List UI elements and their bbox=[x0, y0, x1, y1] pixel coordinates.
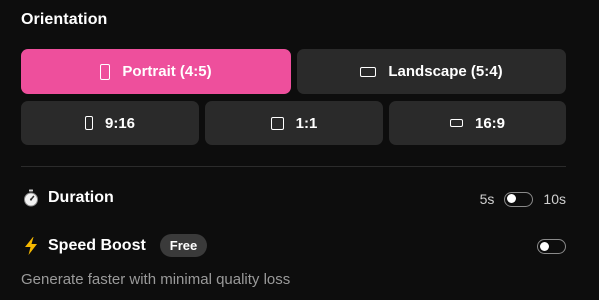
section-divider bbox=[21, 166, 566, 167]
tall-rect-icon bbox=[84, 116, 93, 130]
orientation-1-1-button[interactable]: 1:1 bbox=[205, 101, 383, 145]
square-icon bbox=[270, 116, 284, 130]
duration-control: 5s 10s bbox=[480, 191, 566, 207]
orientation-16-9-button[interactable]: 16:9 bbox=[389, 101, 566, 145]
speed-boost-row-label: Speed Boost Free bbox=[22, 234, 208, 257]
landscape-rect-icon bbox=[360, 66, 377, 77]
orientation-portrait-label: Portrait (4:5) bbox=[122, 63, 212, 80]
speed-boost-toggle-knob bbox=[540, 241, 549, 251]
orientation-landscape-button[interactable]: Landscape (5:4) bbox=[297, 49, 566, 94]
orientation-9-16-label: 9:16 bbox=[104, 114, 136, 132]
orientation-9-16-button[interactable]: 9:16 bbox=[21, 101, 199, 145]
wide-rect-icon bbox=[449, 119, 463, 127]
orientation-portrait-button[interactable]: Portrait (4:5) bbox=[21, 49, 291, 94]
speed-boost-description: Generate faster with minimal quality los… bbox=[21, 271, 291, 288]
duration-toggle[interactable] bbox=[504, 191, 534, 207]
stopwatch-icon bbox=[22, 189, 40, 207]
orientation-16-9-label: 16:9 bbox=[474, 114, 506, 132]
duration-row-label: Duration bbox=[22, 189, 114, 207]
duration-toggle-knob bbox=[507, 194, 517, 203]
duration-min-label: 5s bbox=[479, 191, 495, 207]
duration-label: Duration bbox=[48, 189, 114, 206]
speed-boost-label: Speed Boost bbox=[48, 236, 146, 254]
portrait-rect-icon bbox=[100, 63, 111, 80]
video-settings-panel: Orientation Portrait (4:5) Landscape (5:… bbox=[0, 0, 599, 300]
speed-boost-toggle[interactable] bbox=[537, 239, 566, 254]
free-badge: Free bbox=[159, 234, 208, 257]
orientation-landscape-label: Landscape (5:4) bbox=[388, 63, 503, 80]
lightning-icon bbox=[22, 236, 40, 255]
orientation-1-1-label: 1:1 bbox=[295, 114, 318, 132]
orientation-title: Orientation bbox=[21, 11, 108, 28]
duration-max-label: 10s bbox=[543, 191, 566, 207]
